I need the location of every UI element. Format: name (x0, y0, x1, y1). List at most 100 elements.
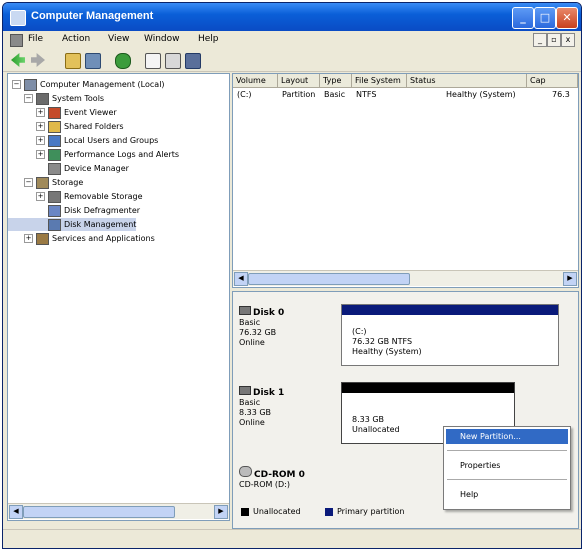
cell-type: Basic (324, 90, 346, 99)
column-header-status[interactable]: Status (407, 74, 527, 88)
unallocated-bar (342, 383, 514, 393)
tree-item[interactable]: + Local Users and Groups (8, 134, 158, 147)
tree-item[interactable]: − Computer Management (Local) (8, 78, 165, 91)
menu-separator (447, 479, 567, 480)
collapse-icon[interactable]: − (24, 94, 33, 103)
legend-unallocated: Unallocated (253, 507, 301, 516)
tree-item[interactable]: Disk Defragmenter (8, 204, 140, 217)
volume-list-horizontal-scrollbar[interactable]: ◀ ▶ (233, 270, 578, 286)
volume-list-pane[interactable]: Volume Layout Type File System Status Ca… (232, 73, 579, 288)
column-header-capacity[interactable]: Cap (527, 74, 578, 88)
scroll-thumb[interactable] (248, 273, 410, 285)
menu-separator (447, 450, 567, 451)
cdrom-drive: CD-ROM (D:) (239, 480, 291, 489)
menu-action[interactable]: Action (62, 34, 90, 44)
disk-size: 8.33 GB (239, 408, 272, 417)
forward-arrow-icon[interactable] (31, 53, 45, 67)
device-manager-icon (48, 162, 61, 175)
tree-item-label: Computer Management (Local) (40, 80, 165, 89)
tree-item[interactable]: + Event Viewer (8, 106, 117, 119)
mdi-restore-button[interactable]: ▫ (547, 33, 561, 47)
tree-item-label: Shared Folders (64, 122, 124, 131)
menu-view[interactable]: View (108, 34, 129, 44)
tree-item[interactable]: − System Tools (8, 92, 104, 105)
shared-folders-icon (48, 120, 61, 133)
disk-1-label: Disk 1 Basic 8.33 GB Online (239, 386, 284, 428)
menu-window[interactable]: Window (144, 34, 180, 44)
expand-icon[interactable]: + (24, 234, 33, 243)
maximize-button[interactable]: □ (534, 7, 556, 29)
column-header-type[interactable]: Type (320, 74, 352, 88)
disk-0-label: Disk 0 Basic 76.32 GB Online (239, 306, 284, 348)
tree-item-label: Event Viewer (64, 108, 117, 117)
cell-volume: (C:) (237, 90, 252, 99)
primary-partition-swatch (325, 508, 333, 516)
disk-icon (239, 306, 251, 315)
help-icon[interactable] (185, 53, 201, 69)
disk-size: 76.32 GB (239, 328, 277, 337)
properties-icon[interactable] (165, 53, 181, 69)
primary-partition-bar (342, 305, 558, 315)
collapse-icon[interactable]: − (24, 178, 33, 187)
scroll-right-arrow-icon[interactable]: ▶ (214, 505, 228, 519)
refresh-icon[interactable] (115, 53, 131, 69)
mdi-close-button[interactable]: x (561, 33, 575, 47)
minimize-button[interactable]: _ (512, 7, 534, 29)
computer-icon (24, 78, 37, 91)
tree-item-label: Services and Applications (52, 234, 155, 243)
disk-icon (239, 386, 251, 395)
tree-item[interactable]: − Storage (8, 176, 83, 189)
system-menu-icon[interactable] (10, 34, 23, 47)
scroll-right-arrow-icon[interactable]: ▶ (563, 272, 577, 286)
cdrom-name: CD-ROM 0 (254, 470, 305, 480)
cell-capacity: 76.3 (552, 90, 570, 99)
close-button[interactable]: ✕ (556, 7, 578, 29)
console-tree-pane[interactable]: − Computer Management (Local) − System Tool… (7, 73, 230, 521)
tree-item[interactable]: + Shared Folders (8, 120, 124, 133)
menu-item-properties[interactable]: Properties (446, 458, 568, 473)
title-bar[interactable]: Computer Management _ □ ✕ (3, 3, 581, 31)
scroll-left-arrow-icon[interactable]: ◀ (234, 272, 248, 286)
disk-name: Disk 1 (253, 388, 285, 398)
toolbox-icon (36, 92, 49, 105)
tree-item-label: System Tools (52, 94, 105, 103)
tree-item[interactable]: Device Manager (8, 162, 129, 175)
scroll-thumb[interactable] (23, 506, 175, 518)
menu-item-help[interactable]: Help (446, 487, 568, 502)
column-header-file-system[interactable]: File System (352, 74, 407, 88)
expand-icon[interactable]: + (36, 122, 45, 131)
tree-item[interactable]: + Performance Logs and Alerts (8, 148, 179, 161)
column-header-layout[interactable]: Layout (278, 74, 320, 88)
export-list-icon[interactable] (145, 53, 161, 69)
up-folder-icon[interactable] (65, 53, 81, 69)
window-title: Computer Management (31, 10, 154, 22)
tree-item-label: Storage (52, 178, 84, 187)
show-hide-tree-icon[interactable] (85, 53, 101, 69)
tree-item-label: Disk Defragmenter (64, 206, 141, 215)
tree-item[interactable]: + Removable Storage (8, 190, 143, 203)
column-header-volume[interactable]: Volume (233, 74, 278, 88)
partition-c[interactable]: (C:) 76.32 GB NTFS Healthy (System) (341, 304, 559, 366)
disk-type: Basic (239, 398, 261, 407)
disk-management-icon (48, 218, 61, 231)
expand-icon[interactable]: + (36, 108, 45, 117)
expand-icon[interactable]: + (36, 150, 45, 159)
back-arrow-icon[interactable] (11, 53, 25, 67)
collapse-icon[interactable]: − (12, 80, 21, 89)
unallocated-swatch (241, 508, 249, 516)
expand-icon[interactable]: + (36, 192, 45, 201)
event-viewer-icon (48, 106, 61, 119)
menu-file[interactable]: File (28, 34, 43, 44)
partition-size-fs: 76.32 GB NTFS (352, 337, 413, 346)
expand-icon[interactable]: + (36, 136, 45, 145)
status-bar (3, 529, 581, 548)
tree-horizontal-scrollbar[interactable]: ◀ ▶ (8, 503, 229, 519)
tree-item[interactable]: + Services and Applications (8, 232, 155, 245)
services-icon (36, 232, 49, 245)
menu-bar: File Action View Window Help _ ▫ x (3, 31, 581, 50)
tree-item[interactable]: Disk Management (8, 218, 137, 231)
scroll-left-arrow-icon[interactable]: ◀ (9, 505, 23, 519)
menu-item-new-partition[interactable]: New Partition... (446, 429, 568, 444)
menu-help[interactable]: Help (198, 34, 219, 44)
mdi-minimize-button[interactable]: _ (533, 33, 547, 47)
